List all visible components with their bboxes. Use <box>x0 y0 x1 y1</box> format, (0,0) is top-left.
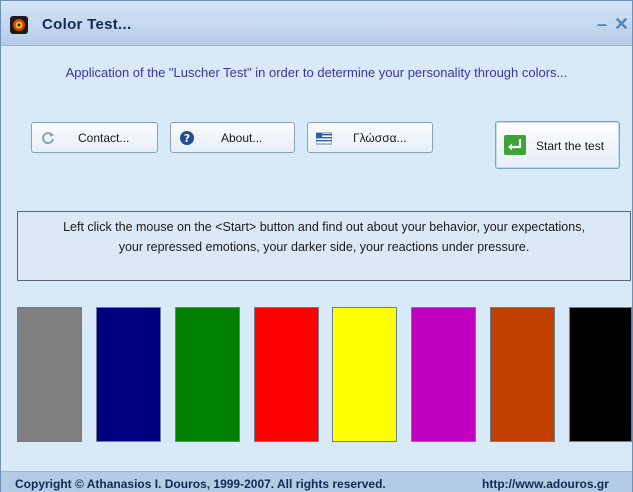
start-test-label: Start the test <box>536 139 605 153</box>
close-button[interactable]: ✕ <box>614 14 629 34</box>
instructions-line-1: Left click the mouse on the <Start> butt… <box>63 220 585 234</box>
instructions-line-2: your repressed emotions, your darker sid… <box>118 240 530 254</box>
instructions-box: Left click the mouse on the <Start> butt… <box>17 211 631 281</box>
contact-label: Contact... <box>78 131 130 145</box>
language-button[interactable]: Γλώσσα... <box>307 122 433 153</box>
language-label: Γλώσσα... <box>353 131 407 145</box>
color-swatch-green[interactable] <box>175 307 240 442</box>
about-button[interactable]: ? About... <box>170 122 295 153</box>
window-title: Color Test... <box>42 16 132 33</box>
website-link[interactable]: http://www.adouros.gr <box>482 477 609 491</box>
color-swatch-navy[interactable] <box>96 307 161 442</box>
contact-button[interactable]: Contact... <box>31 122 158 153</box>
color-swatch-red[interactable] <box>254 307 319 442</box>
about-label: About... <box>221 131 263 145</box>
color-swatch-gray[interactable] <box>17 307 82 442</box>
color-swatch-black[interactable] <box>569 307 632 442</box>
title-bar[interactable]: Color Test... – ✕ <box>1 1 632 46</box>
intro-text: Application of the "Luscher Test" in ord… <box>65 65 568 80</box>
footer-bar: Copyright © Athanasios I. Douros, 1999-2… <box>1 471 632 492</box>
app-icon <box>10 16 28 34</box>
svg-text:?: ? <box>184 132 190 145</box>
color-swatch-brown[interactable] <box>490 307 555 442</box>
color-swatch-magenta[interactable] <box>411 307 476 442</box>
minimize-button[interactable]: – <box>597 14 607 34</box>
help-icon: ? <box>179 130 195 146</box>
color-swatch-yellow[interactable] <box>332 307 397 442</box>
refresh-icon <box>40 130 56 146</box>
app-window: Color Test... – ✕ Application of the "Lu… <box>0 0 633 492</box>
start-test-button[interactable]: Start the test <box>495 121 620 169</box>
flag-icon <box>315 130 333 146</box>
enter-arrow-icon <box>504 135 526 155</box>
copyright-text: Copyright © Athanasios I. Douros, 1999-2… <box>15 477 386 491</box>
